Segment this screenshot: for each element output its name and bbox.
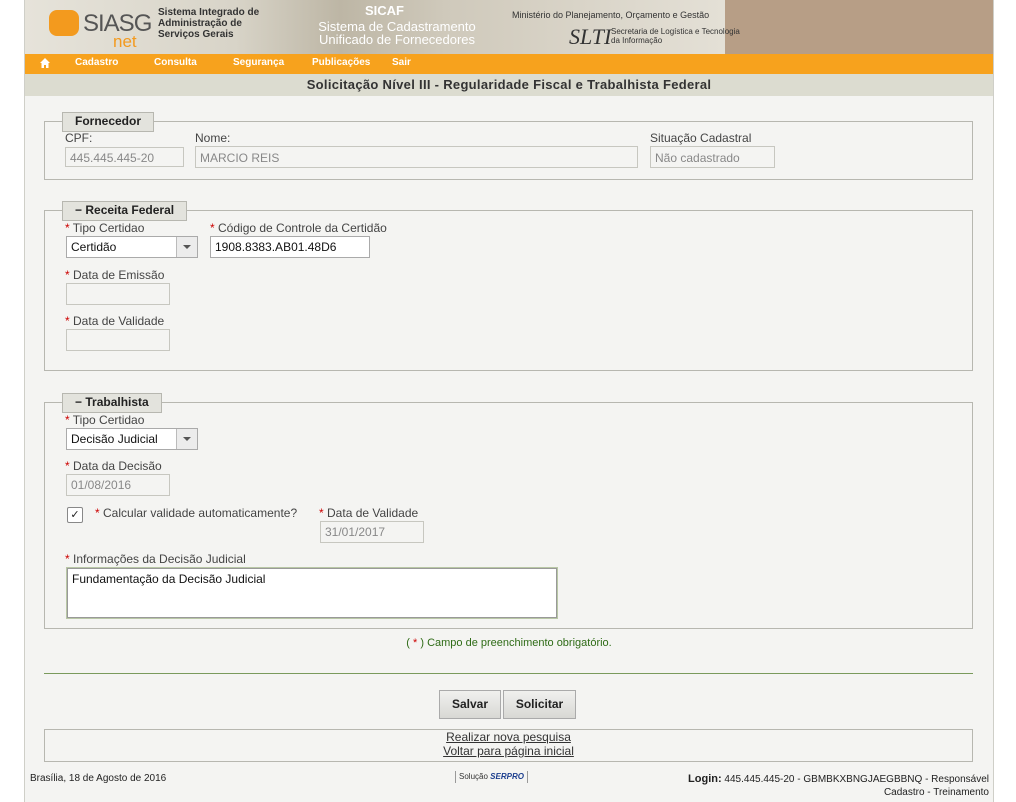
trab-tipo-label: * Tipo Certidao	[65, 413, 144, 427]
decisao-label: * Data da Decisão	[65, 459, 162, 473]
emissao-input[interactable]	[66, 283, 170, 305]
trab-validade-text: Data de Validade	[327, 506, 419, 520]
slti-logo: SLTI	[569, 24, 612, 49]
menu-item-cadastro[interactable]: Cadastro	[75, 57, 118, 68]
links-box: Realizar nova pesquisa Voltar para págin…	[44, 729, 973, 762]
required-mark: *	[65, 459, 70, 473]
required-mark: *	[65, 268, 70, 282]
trabalhista-legend[interactable]: − Trabalhista	[62, 393, 162, 413]
required-mark: *	[65, 413, 70, 427]
siasg-logo-net: net	[113, 32, 137, 51]
solicitar-button[interactable]: Solicitar	[503, 690, 576, 719]
receita-fieldset: − Receita Federal * Tipo Certidao Certid…	[44, 201, 973, 371]
login-line2: Cadastro - Treinamento	[883, 787, 989, 798]
salvar-button[interactable]: Salvar	[439, 690, 501, 719]
sicaf-title: SICAF	[365, 3, 404, 18]
fornecedor-legend: Fornecedor	[62, 112, 155, 132]
receita-tipo-select[interactable]: Certidão	[66, 236, 198, 258]
calcular-label: * Calcular validade automaticamente?	[95, 506, 297, 520]
fornecedor-legend-label: Fornecedor	[75, 114, 142, 128]
receita-tipo-text: Tipo Certidao	[72, 221, 145, 235]
required-mark: *	[65, 221, 70, 235]
menu-item-seguranca[interactable]: Segurança	[233, 57, 284, 68]
required-mark: *	[319, 506, 324, 520]
codigo-label: * Código de Controle da Certidão	[210, 221, 387, 235]
trabalhista-fieldset: − Trabalhista * Tipo Certidao Decisão Ju…	[44, 393, 973, 629]
org-name: Sistema Integrado de Administração de Se…	[158, 7, 260, 40]
receita-legend-label: Receita Federal	[85, 203, 175, 217]
codigo-text: Código de Controle da Certidão	[218, 221, 387, 235]
receita-validade-text: Data de Validade	[73, 314, 165, 328]
emissao-label: * Data de Emissão	[65, 268, 164, 282]
required-mark: *	[95, 506, 100, 520]
sicaf-subtitle: Sistema de Cadastramento Unificado de Fo…	[318, 19, 476, 47]
page-title: Solicitação Nível III - Regularidade Fis…	[25, 74, 993, 96]
situacao-label: Situação Cadastral	[650, 131, 752, 145]
cpf-label: CPF:	[65, 131, 93, 145]
chevron-down-icon[interactable]	[176, 237, 197, 257]
footer-date: Brasília, 18 de Agosto de 2016	[30, 773, 167, 784]
serpro-logo: Solução SERPRO	[455, 771, 528, 783]
nome-field: MARCIO REIS	[195, 146, 638, 168]
ministry-name: Ministério do Planejamento, Orçamento e …	[512, 10, 710, 20]
siasg-logo[interactable]: SIASG net	[47, 6, 152, 51]
trabalhista-legend-label: Trabalhista	[85, 395, 149, 409]
required-mark: *	[210, 221, 215, 235]
fornecedor-fieldset: Fornecedor CPF: 445.445.445-20 Nome: MAR…	[44, 112, 973, 180]
trab-validade-label: * Data de Validade	[319, 506, 418, 520]
trab-tipo-value: Decisão Judicial	[71, 432, 158, 446]
emissao-text: Data de Emissão	[73, 268, 165, 282]
decisao-text: Data da Decisão	[73, 459, 162, 473]
calcular-checkbox[interactable]: ✓	[67, 507, 83, 523]
collapse-icon[interactable]: −	[75, 203, 82, 217]
divider	[44, 673, 973, 674]
info-textarea[interactable]: Fundamentação da Decisão Judicial	[67, 568, 557, 618]
codigo-input[interactable]: 1908.8383.AB01.48D6	[210, 236, 370, 258]
nova-pesquisa-link[interactable]: Realizar nova pesquisa	[45, 730, 972, 744]
voltar-link[interactable]: Voltar para página inicial	[45, 744, 972, 758]
slti-name: Secretaria de Logística e Tecnologia da …	[611, 27, 740, 45]
menu-item-sair[interactable]: Sair	[392, 57, 411, 68]
receita-validade-input[interactable]	[66, 329, 170, 351]
login-info: Login: 445.445.445-20 - GBMBKXBNGJAEGBBN…	[688, 773, 989, 799]
decisao-input[interactable]: 01/08/2016	[66, 474, 170, 496]
cpf-field: 445.445.445-20	[65, 147, 184, 167]
info-text: Informações da Decisão Judicial	[73, 552, 246, 566]
header-banner: SIASG net Sistema Integrado de Administr…	[25, 0, 993, 54]
required-mark: *	[413, 637, 418, 649]
nome-label: Nome:	[195, 131, 231, 145]
required-mark: *	[65, 552, 70, 566]
calcular-text: Calcular validade automaticamente?	[103, 506, 298, 520]
page: SIASG net Sistema Integrado de Administr…	[24, 0, 994, 802]
trab-tipo-select[interactable]: Decisão Judicial	[66, 428, 198, 450]
receita-tipo-label: * Tipo Certidao	[65, 221, 144, 235]
trab-tipo-text: Tipo Certidao	[72, 413, 145, 427]
trab-validade-input: 31/01/2017	[320, 521, 424, 543]
footer: Brasília, 18 de Agosto de 2016 Solução S…	[25, 770, 993, 802]
receita-legend[interactable]: − Receita Federal	[62, 201, 188, 221]
info-label: * Informações da Decisão Judicial	[65, 552, 246, 566]
note-text: ) Campo de preenchimento obrigatório.	[420, 637, 612, 649]
check-icon: ✓	[70, 509, 80, 521]
menu-item-consulta[interactable]: Consulta	[154, 57, 197, 68]
serpro-name: SERPRO	[490, 772, 524, 781]
login-label: Login:	[688, 773, 722, 785]
siasg-logo-icon	[49, 10, 79, 36]
menu-item-publicacoes[interactable]: Publicações	[312, 57, 370, 68]
main-menu: Cadastro Consulta Segurança Publicações …	[25, 54, 993, 74]
receita-tipo-value: Certidão	[71, 240, 117, 254]
serpro-prefix: Solução	[459, 772, 488, 781]
receita-validade-label: * Data de Validade	[65, 314, 164, 328]
collapse-icon[interactable]: −	[75, 395, 82, 409]
login-value: 445.445.445-20 - GBMBKXBNGJAEGBBNQ - Res…	[724, 774, 989, 785]
chevron-down-icon[interactable]	[176, 429, 197, 449]
home-icon[interactable]	[39, 57, 53, 71]
required-note: ( * ) Campo de preenchimento obrigatório…	[25, 637, 993, 649]
required-mark: *	[65, 314, 70, 328]
banner-side	[725, 0, 993, 54]
situacao-field: Não cadastrado	[650, 146, 775, 168]
note-open: (	[406, 637, 410, 649]
